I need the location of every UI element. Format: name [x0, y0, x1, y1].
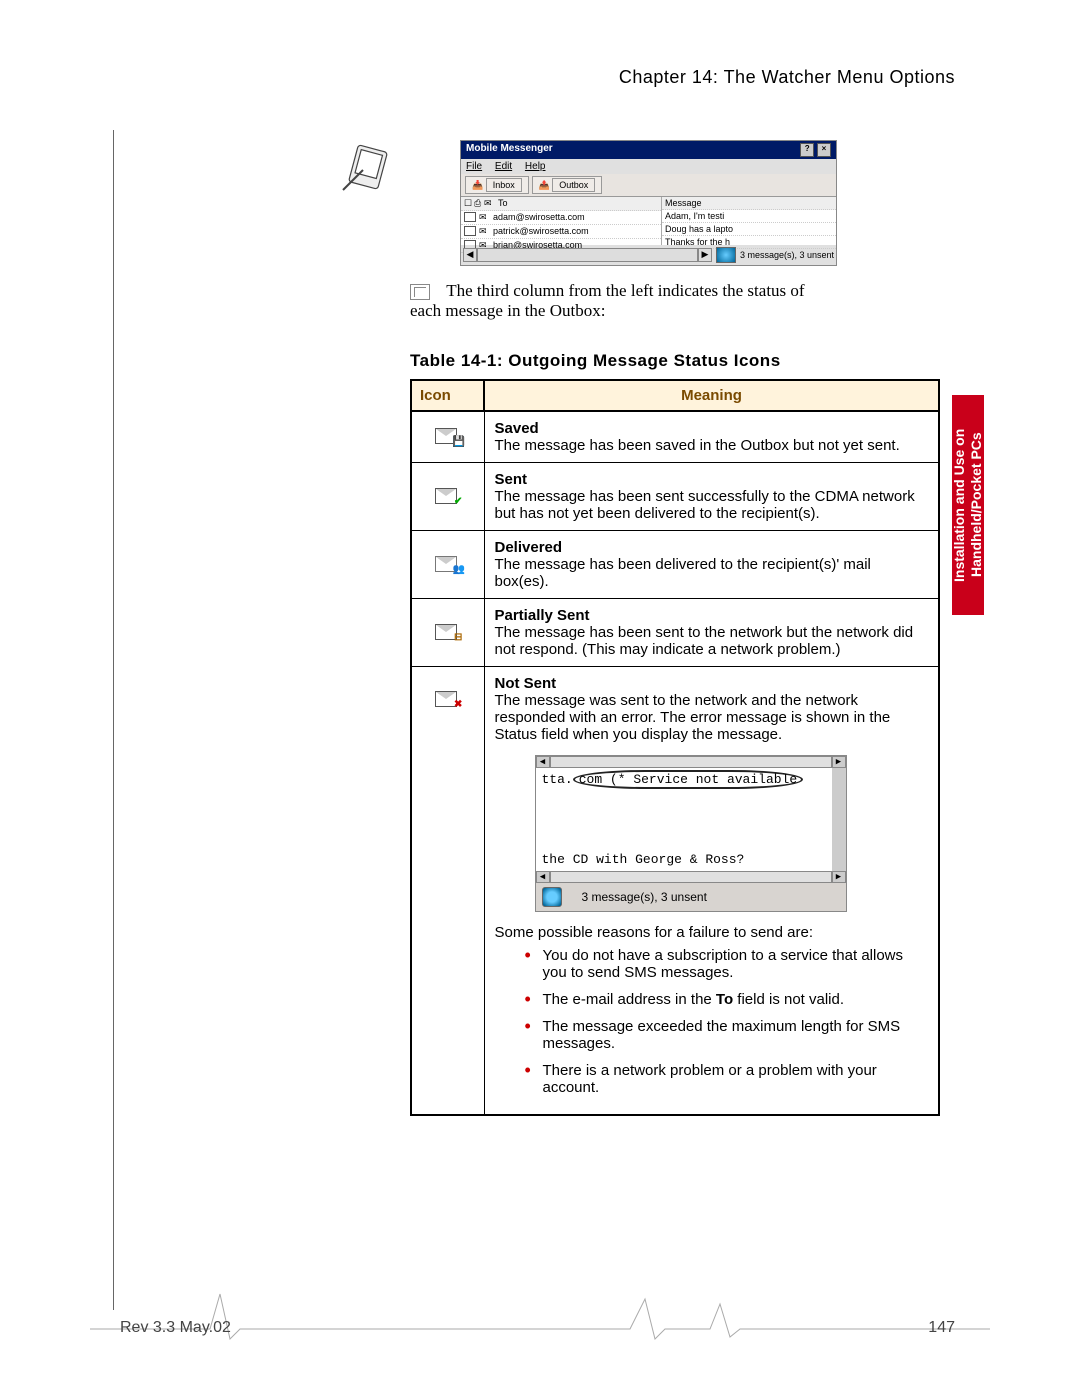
messenger-window: Mobile Messenger ? × File Edit Help 📥 In… [460, 140, 837, 266]
globe-icon [716, 247, 736, 263]
pda-icon [335, 140, 390, 195]
globe-icon [542, 887, 562, 907]
chapter-title: Chapter 14: The Watcher Menu Options [619, 67, 955, 88]
table-row: 👥 DeliveredThe message has been delivere… [411, 531, 939, 599]
messenger-menu: File Edit Help [461, 159, 836, 174]
reasons-list: You do not have a subscription to a serv… [495, 947, 929, 1096]
heartbeat-line [90, 1279, 990, 1349]
error-window: ◀▶ tta.com (* Service not available the … [535, 755, 847, 912]
menu-edit: Edit [495, 161, 512, 172]
not-sent-icon: ✖ [435, 689, 461, 707]
table-row: ✔ SentThe message has been sent successf… [411, 463, 939, 531]
messenger-tabs: 📥 Inbox 📤 Outbox [461, 174, 836, 197]
side-tab: Installation and Use onHandheld/Pocket P… [952, 395, 984, 615]
menu-file: File [466, 161, 482, 172]
table-row: ⊟ Partially SentThe message has been sen… [411, 599, 939, 667]
tab-outbox: 📤 Outbox [532, 176, 603, 194]
close-icon: × [817, 143, 831, 157]
table-row: 💾 SavedThe message has been saved in the… [411, 411, 939, 463]
col-message: Message [665, 198, 702, 208]
col-to: To [498, 198, 508, 209]
window-buttons: ? × [800, 143, 831, 157]
list-item: Adam, I'm testi [665, 211, 724, 221]
messenger-status: 3 message(s), 3 unsent [740, 250, 834, 260]
table-caption: Table 14-1: Outgoing Message Status Icon… [410, 351, 940, 371]
delivered-icon: 👥 [435, 554, 461, 572]
list-item: You do not have a subscription to a serv… [525, 947, 929, 981]
list-item: Thanks for the h [665, 237, 730, 247]
list-item: The e-mail address in the To field is no… [525, 991, 929, 1008]
saved-icon: 💾 [435, 426, 461, 444]
table-row: ✖ Not Sent The message was sent to the n… [411, 667, 939, 1116]
list-item: adam@swirosetta.com [493, 212, 585, 223]
page-number: 147 [928, 1319, 955, 1337]
menu-help: Help [525, 161, 546, 172]
list-item: Doug has a lapto [665, 224, 733, 234]
margin-rule [113, 130, 114, 1310]
reasons-intro: Some possible reasons for a failure to s… [495, 924, 929, 941]
page-icon [410, 284, 430, 300]
status-icons-table: Icon Meaning 💾 SavedThe message has been… [410, 379, 940, 1116]
intro-paragraph: The third column from the left indicates… [410, 281, 940, 321]
sent-icon: ✔ [435, 486, 461, 504]
header-icon: Icon [411, 380, 484, 411]
tab-inbox: 📥 Inbox [465, 176, 529, 194]
list-item: The message exceeded the maximum length … [525, 1018, 929, 1052]
help-icon: ? [800, 143, 814, 157]
list-item: patrick@swirosetta.com [493, 226, 589, 237]
header-meaning: Meaning [484, 380, 939, 411]
partially-sent-icon: ⊟ [435, 622, 461, 640]
messenger-list: ☐⎙✉ To ✉adam@swirosetta.com ✉patrick@swi… [461, 197, 836, 245]
error-status: 3 message(s), 3 unsent [582, 890, 707, 904]
revision-text: Rev 3.3 May.02 [120, 1319, 231, 1337]
list-item: There is a network problem or a problem … [525, 1062, 929, 1096]
messenger-title: Mobile Messenger [466, 143, 553, 157]
